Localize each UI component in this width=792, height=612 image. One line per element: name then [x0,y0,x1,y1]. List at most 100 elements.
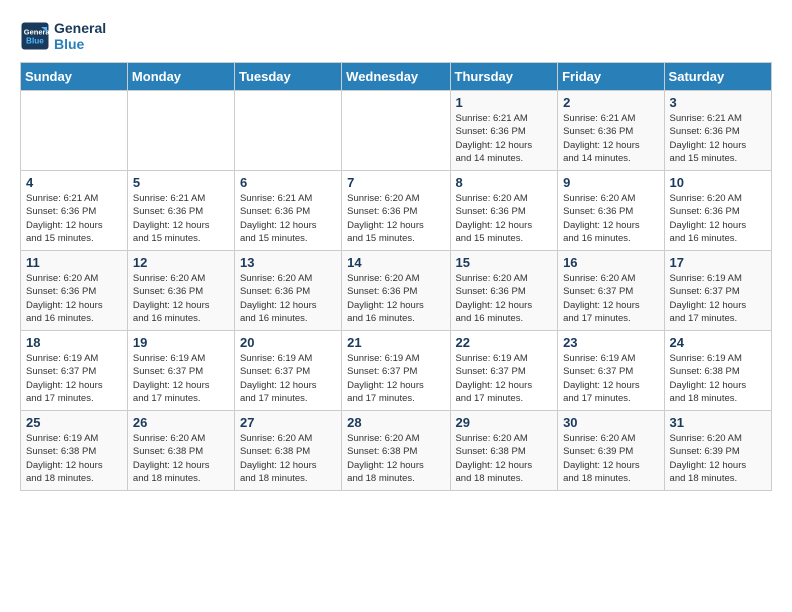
calendar-cell: 11 Sunrise: 6:20 AM Sunset: 6:36 PM Dayli… [21,251,128,331]
weekday-cell: Friday [558,63,664,91]
day-number: 23 [563,335,658,350]
day-info: Sunrise: 6:21 AM Sunset: 6:36 PM Dayligh… [670,112,766,165]
day-number: 24 [670,335,766,350]
day-number: 1 [456,95,553,110]
day-number: 4 [26,175,122,190]
calendar-row: 11 Sunrise: 6:20 AM Sunset: 6:36 PM Dayli… [21,251,772,331]
day-number: 30 [563,415,658,430]
calendar-cell: 31 Sunrise: 6:20 AM Sunset: 6:39 PM Dayli… [664,411,771,491]
calendar-cell: 19 Sunrise: 6:19 AM Sunset: 6:37 PM Dayli… [127,331,234,411]
day-info: Sunrise: 6:20 AM Sunset: 6:36 PM Dayligh… [347,272,444,325]
calendar-row: 4 Sunrise: 6:21 AM Sunset: 6:36 PM Daylig… [21,171,772,251]
day-number: 7 [347,175,444,190]
day-number: 20 [240,335,336,350]
weekday-cell: Sunday [21,63,128,91]
weekday-cell: Tuesday [234,63,341,91]
day-number: 22 [456,335,553,350]
calendar-cell: 1 Sunrise: 6:21 AM Sunset: 6:36 PM Daylig… [450,91,558,171]
calendar-cell: 25 Sunrise: 6:19 AM Sunset: 6:38 PM Dayli… [21,411,128,491]
calendar-cell [127,91,234,171]
day-info: Sunrise: 6:20 AM Sunset: 6:38 PM Dayligh… [240,432,336,485]
svg-text:Blue: Blue [26,37,44,46]
day-info: Sunrise: 6:19 AM Sunset: 6:38 PM Dayligh… [26,432,122,485]
day-number: 21 [347,335,444,350]
day-info: Sunrise: 6:19 AM Sunset: 6:37 PM Dayligh… [240,352,336,405]
day-number: 11 [26,255,122,270]
calendar-cell: 5 Sunrise: 6:21 AM Sunset: 6:36 PM Daylig… [127,171,234,251]
day-info: Sunrise: 6:20 AM Sunset: 6:39 PM Dayligh… [670,432,766,485]
day-info: Sunrise: 6:20 AM Sunset: 6:38 PM Dayligh… [347,432,444,485]
calendar-cell: 9 Sunrise: 6:20 AM Sunset: 6:36 PM Daylig… [558,171,664,251]
day-number: 25 [26,415,122,430]
calendar-cell: 18Sunrise: 6:19 AM Sunset: 6:37 PM Dayli… [21,331,128,411]
calendar-row: 18 Sunrise: 6:19 AM Sunset: 6:37 PM Dayli… [21,331,772,411]
day-number: 6 [240,175,336,190]
day-number: 14 [347,255,444,270]
calendar-cell: 17 Sunrise: 6:19 AM Sunset: 6:37 PM Dayli… [664,251,771,331]
day-info: Sunrise: 6:20 AM Sunset: 6:39 PM Dayligh… [563,432,658,485]
day-info: Sunrise: 6:21 AM Sunset: 6:36 PM Dayligh… [240,192,336,245]
day-info: Sunrise: 6:20 AM Sunset: 6:38 PM Dayligh… [133,432,229,485]
calendar-cell [21,91,128,171]
day-info: Sunrise: 6:19 AM Sunset: 6:37 PM Dayligh… [563,352,658,405]
weekday-header: SundayMondayTuesdayWednesdayThursdayFrid… [21,63,772,91]
day-number: 5 [133,175,229,190]
logo-icon: General Blue [20,21,50,51]
day-info: Sunrise: 6:19 AM Sunset: 6:37 PM Dayligh… [133,352,229,405]
day-info: Sunrise: 6:19 AM Sunset: 6:37 PM Dayligh… [456,352,553,405]
day-number: 19 [133,335,229,350]
day-number: 3 [670,95,766,110]
day-info: Sunrise: 6:19 AM Sunset: 6:38 PM Dayligh… [670,352,766,405]
calendar-body: 1 Sunrise: 6:21 AM Sunset: 6:36 PM Daylig… [21,91,772,491]
calendar-cell: 27Sunrise: 6:20 AM Sunset: 6:38 PM Dayli… [234,411,341,491]
day-info: Sunrise: 6:20 AM Sunset: 6:36 PM Dayligh… [563,192,658,245]
day-number: 10 [670,175,766,190]
day-info: Sunrise: 6:20 AM Sunset: 6:36 PM Dayligh… [240,272,336,325]
calendar-cell: 2 Sunrise: 6:21 AM Sunset: 6:36 PM Daylig… [558,91,664,171]
day-number: 18 [26,335,122,350]
calendar-cell: 6 Sunrise: 6:21 AM Sunset: 6:36 PM Daylig… [234,171,341,251]
day-info: Sunrise: 6:19 AM Sunset: 6:37 PM Dayligh… [670,272,766,325]
calendar-cell: 3 Sunrise: 6:21 AM Sunset: 6:36 PM Daylig… [664,91,771,171]
calendar-cell: 20 Sunrise: 6:19 AM Sunset: 6:37 PM Dayli… [234,331,341,411]
logo: General Blue General Blue [20,20,106,52]
calendar-cell: 22 Sunrise: 6:19 AM Sunset: 6:37 PM Dayli… [450,331,558,411]
day-number: 17 [670,255,766,270]
weekday-cell: Saturday [664,63,771,91]
calendar-cell: 26Sunrise: 6:20 AM Sunset: 6:38 PM Dayli… [127,411,234,491]
day-number: 31 [670,415,766,430]
day-info: Sunrise: 6:20 AM Sunset: 6:36 PM Dayligh… [26,272,122,325]
calendar-cell: 16 Sunrise: 6:20 AM Sunset: 6:37 PM Dayli… [558,251,664,331]
calendar-cell: 23 Sunrise: 6:19 AM Sunset: 6:37 PM Dayli… [558,331,664,411]
day-info: Sunrise: 6:20 AM Sunset: 6:36 PM Dayligh… [456,272,553,325]
day-info: Sunrise: 6:20 AM Sunset: 6:36 PM Dayligh… [347,192,444,245]
calendar-cell [342,91,450,171]
day-info: Sunrise: 6:21 AM Sunset: 6:36 PM Dayligh… [133,192,229,245]
day-number: 12 [133,255,229,270]
calendar-cell: 15 Sunrise: 6:20 AM Sunset: 6:36 PM Dayli… [450,251,558,331]
day-number: 15 [456,255,553,270]
weekday-cell: Wednesday [342,63,450,91]
calendar-cell: 29Sunrise: 6:20 AM Sunset: 6:38 PM Dayli… [450,411,558,491]
calendar-row: 25 Sunrise: 6:19 AM Sunset: 6:38 PM Dayli… [21,411,772,491]
calendar-cell: 12 Sunrise: 6:20 AM Sunset: 6:36 PM Dayli… [127,251,234,331]
day-info: Sunrise: 6:20 AM Sunset: 6:37 PM Dayligh… [563,272,658,325]
calendar-cell: 7 Sunrise: 6:20 AM Sunset: 6:36 PM Daylig… [342,171,450,251]
day-number: 9 [563,175,658,190]
calendar-cell: 8Sunrise: 6:20 AM Sunset: 6:36 PM Daylig… [450,171,558,251]
day-info: Sunrise: 6:21 AM Sunset: 6:36 PM Dayligh… [563,112,658,165]
weekday-cell: Thursday [450,63,558,91]
day-number: 8 [456,175,553,190]
calendar-row: 1 Sunrise: 6:21 AM Sunset: 6:36 PM Daylig… [21,91,772,171]
day-number: 28 [347,415,444,430]
day-info: Sunrise: 6:21 AM Sunset: 6:36 PM Dayligh… [26,192,122,245]
day-number: 13 [240,255,336,270]
day-info: Sunrise: 6:20 AM Sunset: 6:36 PM Dayligh… [133,272,229,325]
day-info: Sunrise: 6:21 AM Sunset: 6:36 PM Dayligh… [456,112,553,165]
day-info: Sunrise: 6:19 AM Sunset: 6:37 PM Dayligh… [347,352,444,405]
calendar-cell: 30 Sunrise: 6:20 AM Sunset: 6:39 PM Dayli… [558,411,664,491]
day-number: 2 [563,95,658,110]
day-number: 16 [563,255,658,270]
calendar-cell: 14 Sunrise: 6:20 AM Sunset: 6:36 PM Dayli… [342,251,450,331]
calendar-cell: 24 Sunrise: 6:19 AM Sunset: 6:38 PM Dayli… [664,331,771,411]
